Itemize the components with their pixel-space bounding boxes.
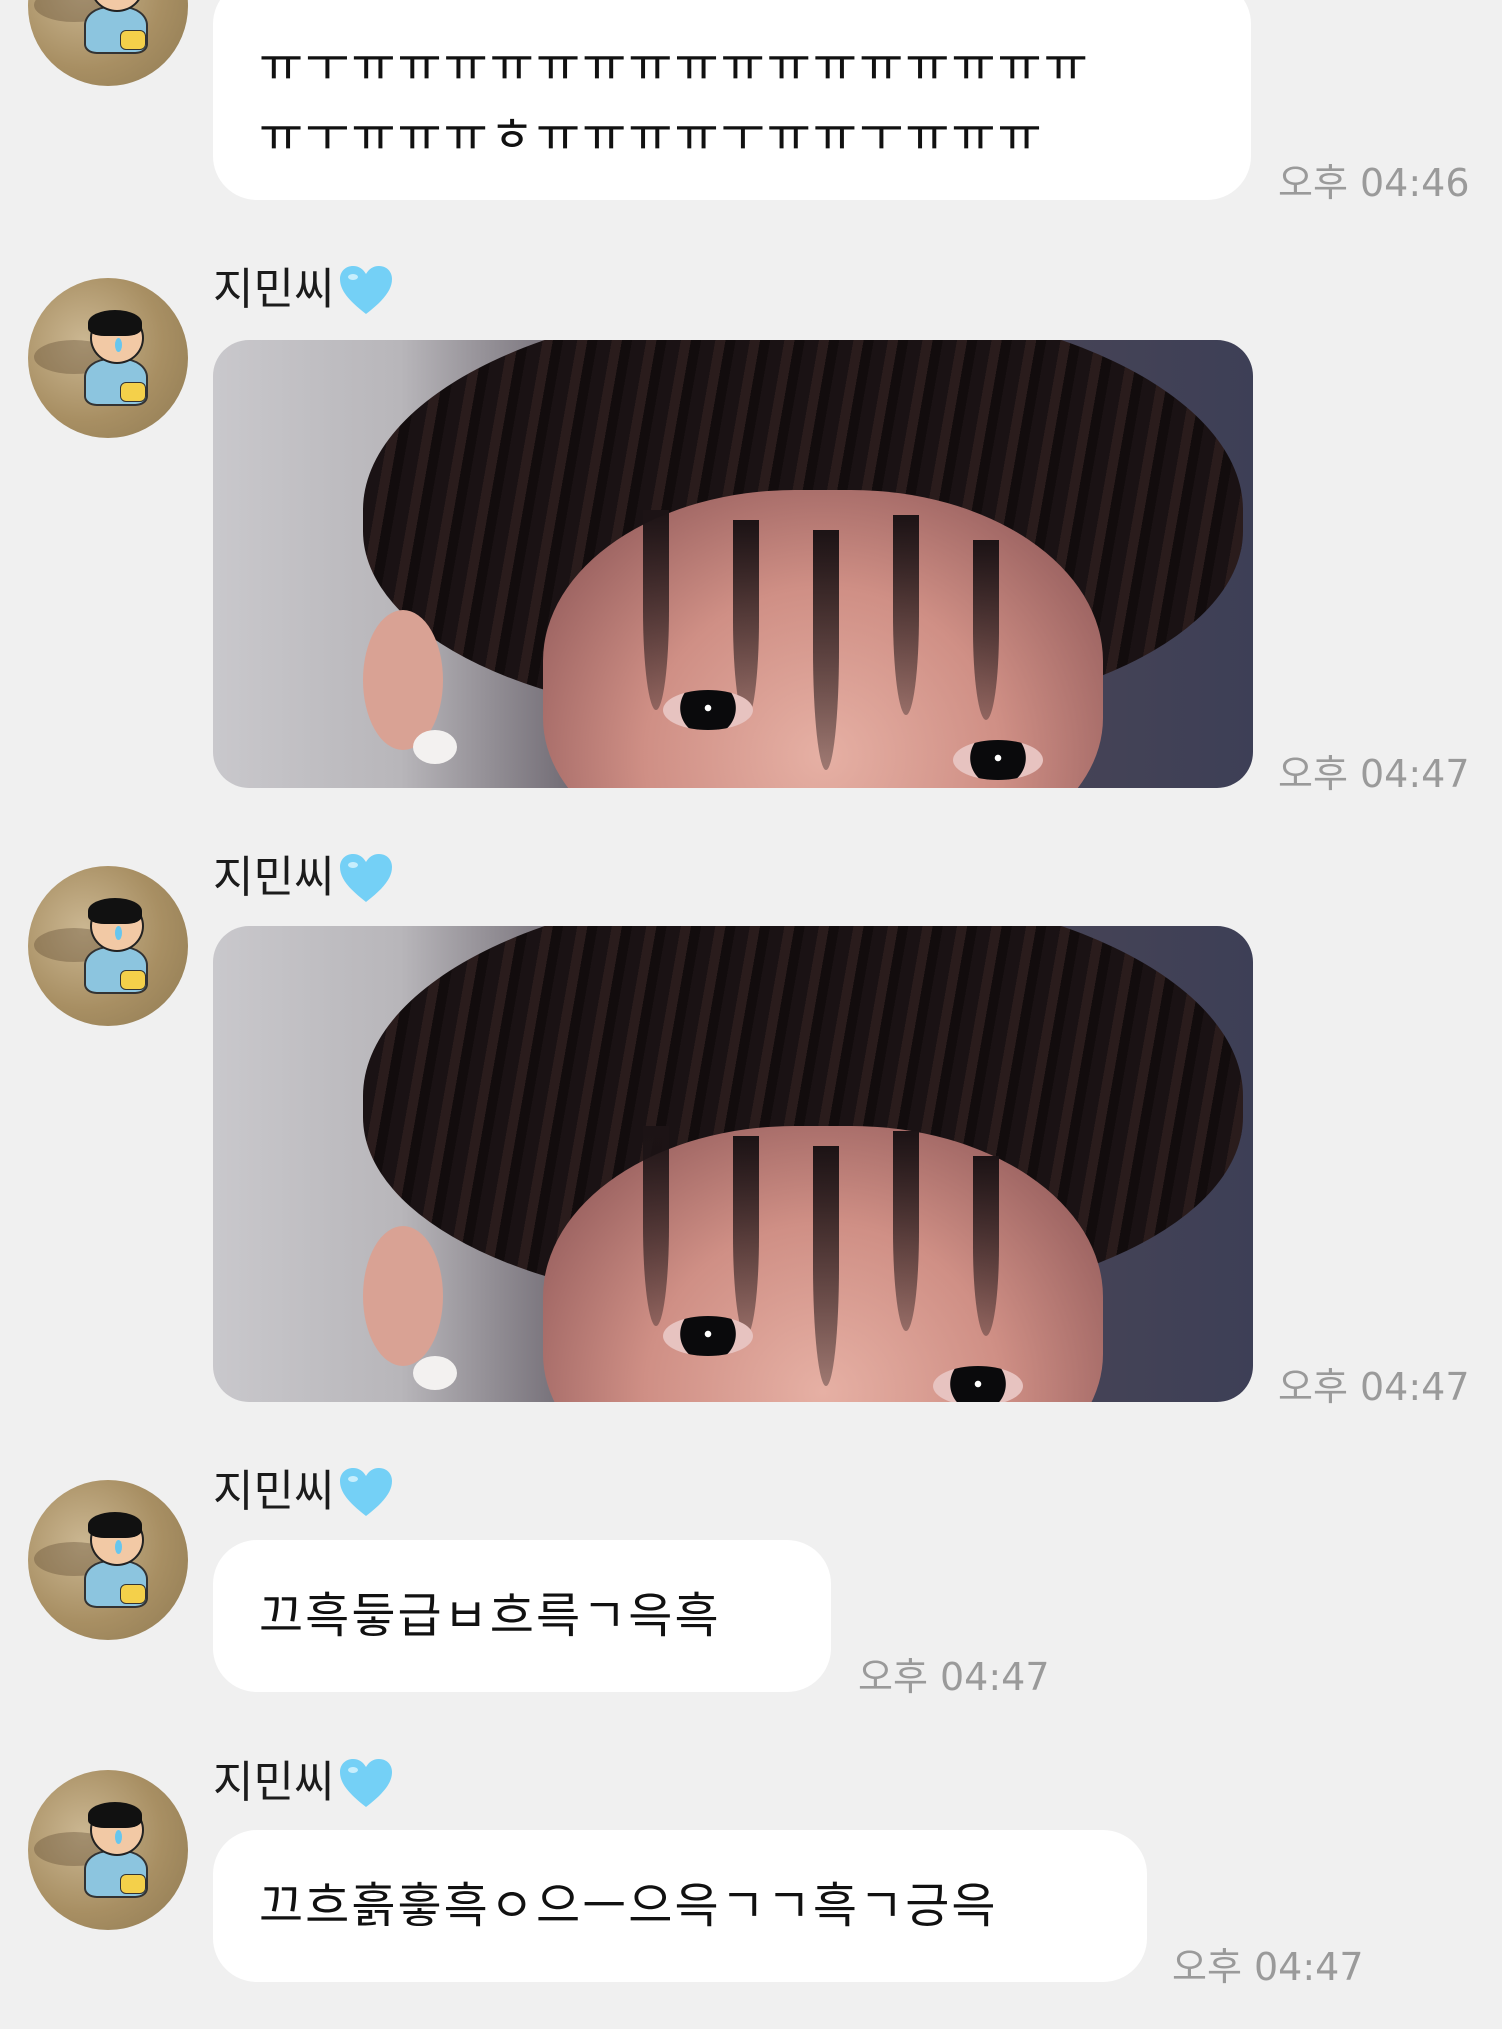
message-timestamp: 오후 04:47 (1278, 1365, 1470, 1409)
message-photo[interactable] (213, 340, 1253, 788)
sender-name-label: 지민씨 (213, 1757, 335, 1808)
sender-name: 지민씨 (213, 850, 394, 906)
message-bubble[interactable]: 끄흐흙흫흑ㅇ으ㅡ으윽ㄱㄱ흑ㄱ긍윽 (213, 1830, 1147, 1982)
message-bubble[interactable]: 끄흑듷급ㅂ흐륵ㄱ윽흑 (213, 1540, 831, 1692)
blue-heart-icon (340, 1759, 393, 1807)
message-line: ㅠㅜㅠㅠㅠㅠㅠㅠㅠㅠㅠㅠㅠㅠㅠㅠㅠㅠ (259, 37, 1090, 93)
sender-name: 지민씨 (213, 262, 394, 318)
chat-view: ㅠㅜㅠㅠㅠㅠㅠㅠㅠㅠㅠㅠㅠㅠㅠㅠㅠㅠ ㅠㅜㅠㅠㅠㅎㅠㅠㅠㅠㅜㅠㅠㅜㅠㅠㅠ 오후 … (0, 0, 1502, 2029)
message-line: ㅠㅜㅠㅠㅠㅎㅠㅠㅠㅠㅜㅠㅠㅜㅠㅠㅠ (259, 107, 1044, 163)
sender-name-label: 지민씨 (213, 1466, 335, 1517)
message-timestamp: 오후 04:47 (1278, 752, 1470, 796)
profile-avatar[interactable] (28, 1480, 188, 1640)
profile-avatar[interactable] (28, 866, 188, 1026)
blue-heart-icon (340, 1468, 393, 1516)
profile-avatar[interactable] (28, 0, 188, 86)
message-line: 끄흐흙흫흑ㅇ으ㅡ으윽ㄱㄱ흑ㄱ긍윽 (259, 1878, 998, 1934)
sender-name-label: 지민씨 (213, 264, 335, 315)
message-timestamp: 오후 04:47 (1172, 1945, 1364, 1989)
blue-heart-icon (340, 266, 393, 314)
message-bubble[interactable]: ㅠㅜㅠㅠㅠㅠㅠㅠㅠㅠㅠㅠㅠㅠㅠㅠㅠㅠ ㅠㅜㅠㅠㅠㅎㅠㅠㅠㅠㅜㅠㅠㅜㅠㅠㅠ (213, 0, 1251, 200)
sender-name-label: 지민씨 (213, 852, 335, 903)
sender-name: 지민씨 (213, 1755, 394, 1811)
profile-avatar[interactable] (28, 278, 188, 438)
sender-name: 지민씨 (213, 1464, 394, 1520)
blue-heart-icon (340, 854, 393, 902)
message-line: 끄흑듷급ㅂ흐륵ㄱ윽흑 (259, 1588, 721, 1644)
message-timestamp: 오후 04:47 (858, 1655, 1050, 1699)
message-timestamp: 오후 04:46 (1278, 161, 1470, 205)
profile-avatar[interactable] (28, 1770, 188, 1930)
message-photo[interactable] (213, 926, 1253, 1402)
